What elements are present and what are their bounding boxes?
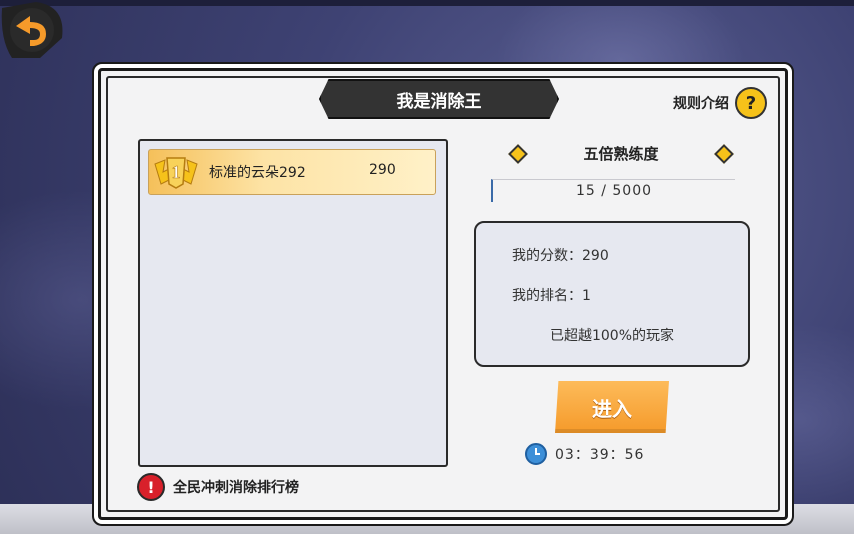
experience-progress-text: 15 / 5000 (575, 183, 653, 199)
personal-stats-box: 我的分数：290 我的排名：1 已超越100%的玩家 (474, 221, 750, 367)
experience-progress-bar: 15 / 5000 (491, 179, 735, 202)
ranking-player-score: 290 (369, 162, 396, 178)
my-score: 我的分数：290 (512, 248, 609, 264)
medal-rank-number: 1 (172, 162, 181, 182)
diamond-icon (508, 143, 528, 164)
timer-text: 03：39：56 (555, 447, 645, 463)
experience-title: 五倍熟练度 (583, 145, 659, 163)
enter-button[interactable]: 进入 (555, 381, 669, 433)
ranking-list[interactable]: 1 标准的云朵292 290 (138, 139, 448, 467)
exceed-percent: 已超越100%的玩家 (549, 328, 675, 344)
ranking-player-name: 标准的云朵292 (209, 165, 306, 181)
my-rank: 我的排名：1 (512, 288, 591, 304)
diamond-icon (714, 143, 734, 164)
countdown-timer: 03：39：56 (525, 443, 644, 465)
rules-button[interactable]: 规则介绍 ? (673, 87, 767, 119)
leaderboard-footer: ! 全民冲刺消除排行榜 (137, 473, 299, 501)
alert-icon: ! (137, 473, 165, 501)
rules-label: 规则介绍 (673, 96, 729, 112)
experience-header: 五倍熟练度 (508, 143, 734, 164)
top-bar (0, 0, 854, 6)
back-arrow-icon[interactable] (0, 0, 70, 64)
panel-title: 我是消除王 (319, 79, 559, 119)
event-panel: 我是消除王 规则介绍 ? 1 标准的云朵292 290 ! 全民冲刺消除排行榜 … (98, 68, 788, 520)
question-mark-icon[interactable]: ? (735, 87, 767, 119)
gold-medal-icon: 1 (154, 157, 198, 189)
ranking-row[interactable]: 1 标准的云朵292 290 (148, 149, 436, 195)
clock-icon (525, 443, 547, 465)
leaderboard-caption: 全民冲刺消除排行榜 (173, 480, 299, 496)
